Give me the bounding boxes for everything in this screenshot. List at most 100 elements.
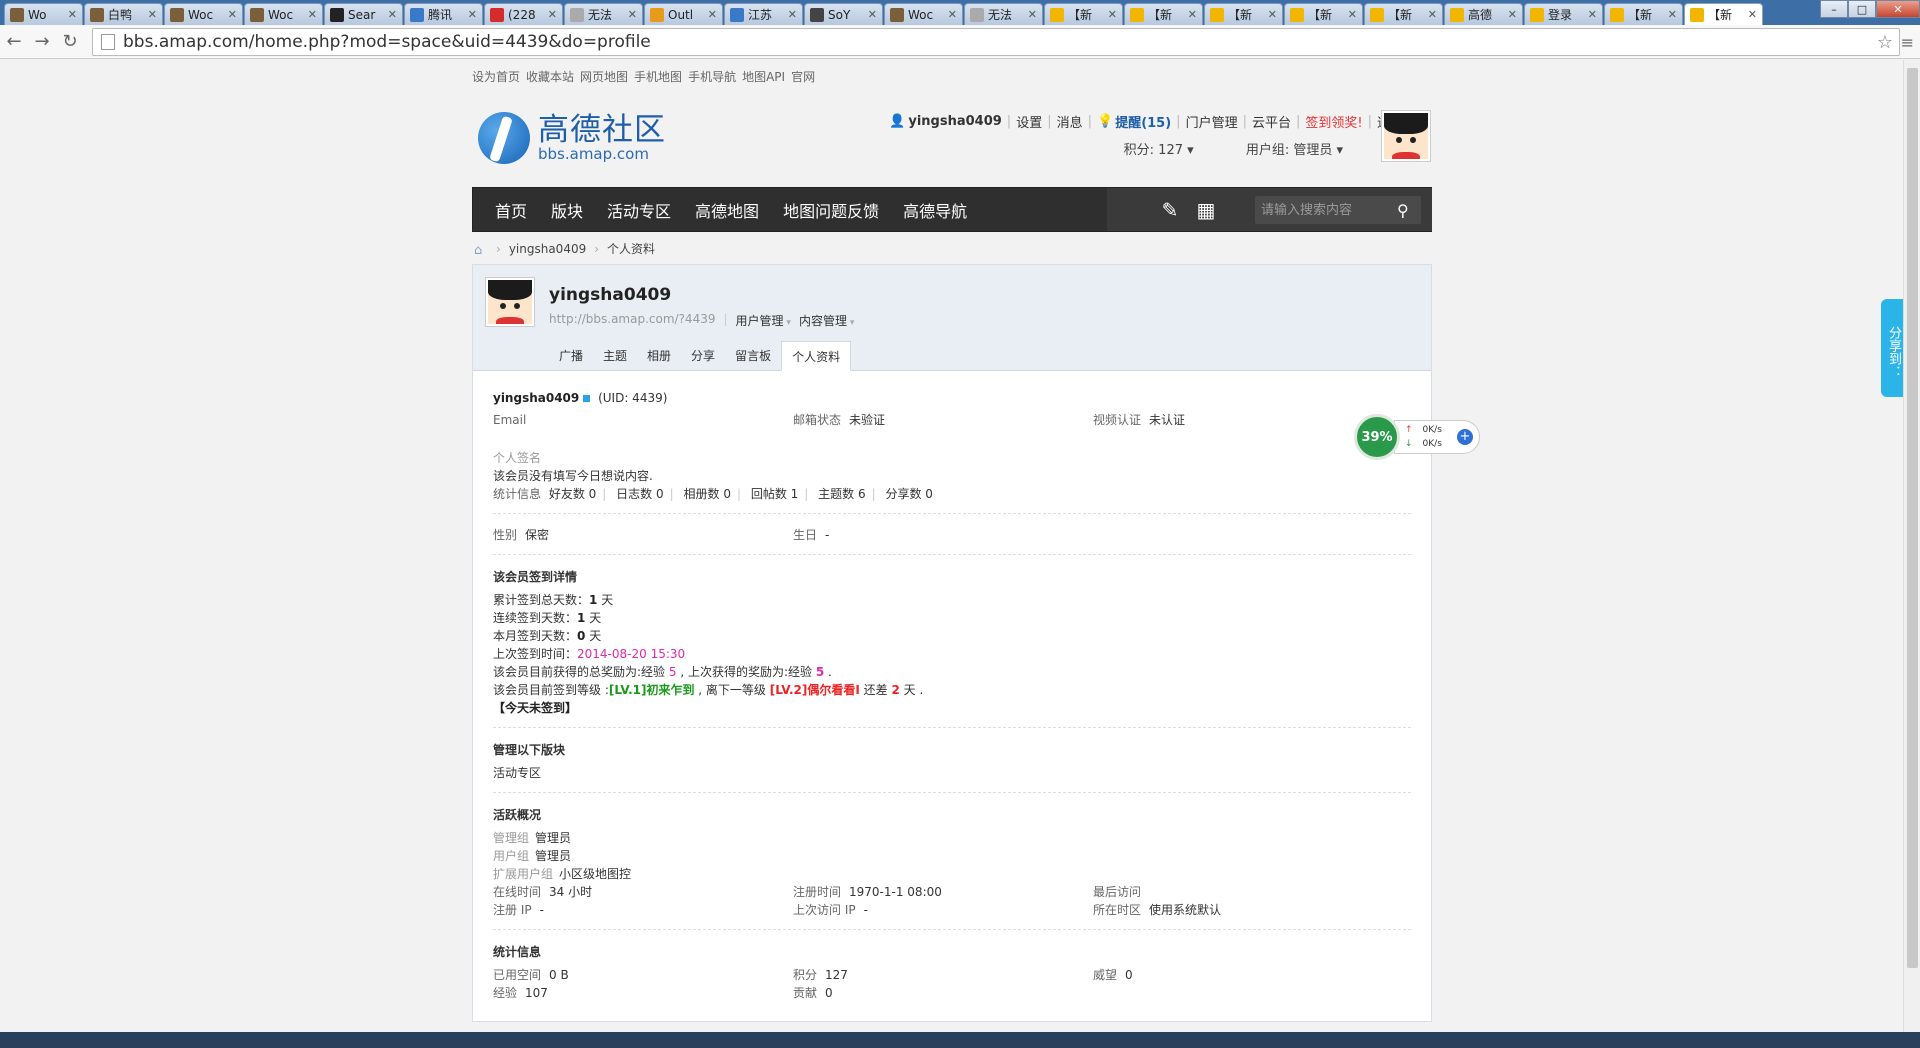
browser-tab[interactable]: Wo ✕ bbox=[4, 3, 83, 25]
nav-item[interactable]: 活动专区 bbox=[607, 198, 671, 222]
content-manage-dropdown[interactable]: 内容管理 bbox=[799, 312, 854, 329]
browser-tab[interactable]: 【新 ✕ bbox=[1364, 3, 1443, 25]
tab-close-icon[interactable]: ✕ bbox=[468, 8, 477, 21]
user-manage-dropdown[interactable]: 用户管理 bbox=[736, 312, 791, 329]
stat-shares[interactable]: 分享数 0 bbox=[885, 487, 932, 501]
profile-tab[interactable]: 主题 bbox=[593, 341, 637, 371]
home-icon[interactable]: ⌂ bbox=[474, 243, 488, 258]
points-dropdown[interactable]: 积分: 127 ▾ bbox=[1100, 143, 1194, 158]
browser-tab[interactable]: Woc ✕ bbox=[884, 3, 963, 25]
reload-icon[interactable]: ↻ bbox=[56, 28, 84, 56]
grid-apps-icon[interactable]: ▦ bbox=[1195, 199, 1217, 221]
browser-tab[interactable]: Outl ✕ bbox=[644, 3, 723, 25]
top-link[interactable]: 手机导航 bbox=[688, 70, 736, 84]
manage-forum-link[interactable]: 活动专区 bbox=[493, 766, 541, 780]
profile-tab[interactable]: 个人资料 bbox=[781, 341, 852, 371]
browser-tab[interactable]: 【新 ✕ bbox=[1204, 3, 1283, 25]
settings-link[interactable]: 设置 bbox=[1016, 112, 1042, 131]
breadcrumb-user[interactable]: yingsha0409 bbox=[509, 242, 586, 256]
compose-icon[interactable]: ✎ bbox=[1159, 199, 1181, 221]
stat-blogs[interactable]: 日志数 0 bbox=[616, 487, 663, 501]
stat-albums[interactable]: 相册数 0 bbox=[684, 487, 731, 501]
tab-close-icon[interactable]: ✕ bbox=[628, 8, 637, 21]
tab-close-icon[interactable]: ✕ bbox=[1188, 8, 1197, 21]
site-logo[interactable]: 高德社区 bbs.amap.com bbox=[478, 110, 668, 166]
remind-link[interactable]: 提醒(15) bbox=[1115, 112, 1171, 131]
tab-close-icon[interactable]: ✕ bbox=[68, 8, 77, 21]
nav-item[interactable]: 高德导航 bbox=[903, 198, 967, 222]
tab-close-icon[interactable]: ✕ bbox=[228, 8, 237, 21]
back-icon[interactable]: ← bbox=[0, 28, 28, 56]
header-avatar[interactable] bbox=[1381, 110, 1431, 162]
profile-tab[interactable]: 分享 bbox=[681, 341, 725, 371]
vertical-scrollbar[interactable] bbox=[1903, 60, 1920, 1032]
profile-url[interactable]: http://bbs.amap.com/?4439 bbox=[549, 312, 715, 329]
messages-link[interactable]: 消息 bbox=[1057, 112, 1083, 131]
close-window-button[interactable]: ✕ bbox=[1876, 0, 1920, 18]
tab-close-icon[interactable]: ✕ bbox=[1028, 8, 1037, 21]
search-input[interactable] bbox=[1255, 197, 1395, 223]
stat-threads[interactable]: 主题数 6 bbox=[818, 487, 865, 501]
tab-close-icon[interactable]: ✕ bbox=[1348, 8, 1357, 21]
profile-avatar[interactable] bbox=[485, 277, 535, 327]
tab-close-icon[interactable]: ✕ bbox=[548, 8, 557, 21]
tab-close-icon[interactable]: ✕ bbox=[788, 8, 797, 21]
browser-tab[interactable]: 【新 ✕ bbox=[1284, 3, 1363, 25]
user-group-value[interactable]: 管理员 bbox=[535, 849, 571, 863]
tab-close-icon[interactable]: ✕ bbox=[868, 8, 877, 21]
top-link[interactable]: 设为首页 bbox=[472, 70, 520, 84]
browser-tab[interactable]: 江苏 ✕ bbox=[724, 3, 803, 25]
browser-tab[interactable]: 登录 ✕ bbox=[1524, 3, 1603, 25]
tab-close-icon[interactable]: ✕ bbox=[1428, 8, 1437, 21]
tab-close-icon[interactable]: ✕ bbox=[308, 8, 317, 21]
browser-menu-icon[interactable]: ≡ bbox=[1901, 33, 1914, 52]
tab-close-icon[interactable]: ✕ bbox=[1668, 8, 1677, 21]
nav-item[interactable]: 首页 bbox=[495, 198, 527, 222]
admin-group-value[interactable]: 管理员 bbox=[535, 831, 571, 845]
nav-item[interactable]: 版块 bbox=[551, 198, 583, 222]
browser-tab[interactable]: Sear ✕ bbox=[324, 3, 403, 25]
forward-icon[interactable]: → bbox=[28, 28, 56, 56]
plus-icon[interactable]: + bbox=[1457, 429, 1473, 445]
browser-tab[interactable]: 【新 ✕ bbox=[1684, 3, 1763, 25]
profile-tab[interactable]: 广播 bbox=[549, 341, 593, 371]
group-dropdown[interactable]: 用户组: 管理员 ▾ bbox=[1222, 143, 1343, 158]
search-icon[interactable]: ⚲ bbox=[1397, 201, 1409, 220]
top-link[interactable]: 地图API bbox=[742, 70, 785, 84]
user-link[interactable]: yingsha0409 bbox=[908, 114, 1001, 129]
profile-tab[interactable]: 相册 bbox=[637, 341, 681, 371]
tab-close-icon[interactable]: ✕ bbox=[1268, 8, 1277, 21]
scrollbar-thumb[interactable] bbox=[1907, 68, 1918, 968]
browser-tab[interactable]: 【新 ✕ bbox=[1044, 3, 1123, 25]
browser-tab[interactable]: 【新 ✕ bbox=[1124, 3, 1203, 25]
tab-close-icon[interactable]: ✕ bbox=[1508, 8, 1517, 21]
top-link[interactable]: 网页地图 bbox=[580, 70, 628, 84]
browser-tab[interactable]: 高德 ✕ bbox=[1444, 3, 1523, 25]
tab-close-icon[interactable]: ✕ bbox=[1748, 8, 1757, 21]
tab-close-icon[interactable]: ✕ bbox=[148, 8, 157, 21]
browser-tab[interactable]: 腾讯 ✕ bbox=[404, 3, 483, 25]
portal-manage-link[interactable]: 门户管理 bbox=[1186, 112, 1238, 131]
cloud-platform-link[interactable]: 云平台 bbox=[1252, 112, 1291, 131]
browser-tab[interactable]: SoY ✕ bbox=[804, 3, 883, 25]
share-side-tab[interactable]: 分享到： bbox=[1881, 299, 1903, 397]
profile-name[interactable]: yingsha0409 bbox=[549, 285, 671, 305]
sign-in-link[interactable]: 签到领奖! bbox=[1305, 112, 1362, 131]
browser-tab[interactable]: 白鸭 ✕ bbox=[84, 3, 163, 25]
tab-close-icon[interactable]: ✕ bbox=[1588, 8, 1597, 21]
top-link[interactable]: 官网 bbox=[791, 70, 815, 84]
browser-tab[interactable]: Woc ✕ bbox=[164, 3, 243, 25]
top-link[interactable]: 手机地图 bbox=[634, 70, 682, 84]
browser-tab[interactable]: 无法 ✕ bbox=[964, 3, 1043, 25]
browser-tab[interactable]: Woc ✕ bbox=[244, 3, 323, 25]
bookmark-star-icon[interactable]: ☆ bbox=[1877, 32, 1893, 53]
browser-tab[interactable]: 无法 ✕ bbox=[564, 3, 643, 25]
stat-friends[interactable]: 好友数 0 bbox=[549, 487, 596, 501]
tab-close-icon[interactable]: ✕ bbox=[388, 8, 397, 21]
browser-tab[interactable]: 【新 ✕ bbox=[1604, 3, 1683, 25]
address-bar[interactable]: bbs.amap.com/home.php?mod=space&uid=4439… bbox=[92, 28, 1900, 56]
tab-close-icon[interactable]: ✕ bbox=[1108, 8, 1117, 21]
browser-tab[interactable]: (228 ✕ bbox=[484, 3, 563, 25]
tab-close-icon[interactable]: ✕ bbox=[708, 8, 717, 21]
network-speed-widget[interactable]: ↑ 0K/s ↓ 0K/s + 39% bbox=[1354, 414, 1480, 460]
